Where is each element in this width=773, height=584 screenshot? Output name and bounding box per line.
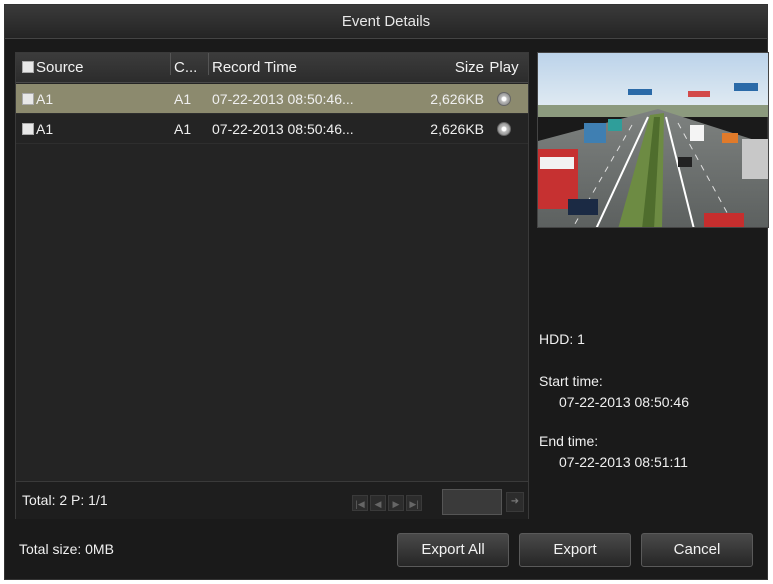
select-all-checkbox[interactable]	[22, 61, 34, 73]
header-source[interactable]: Source	[22, 53, 172, 83]
start-time-label: Start time:	[539, 373, 603, 389]
start-time-value: 07-22-2013 08:50:46	[559, 394, 689, 410]
event-details-window: Event Details Source C... Record Time Si…	[4, 4, 769, 580]
page-number-input[interactable]	[442, 489, 502, 515]
hdd-label: HDD: 1	[539, 331, 585, 347]
end-time-label: End time:	[539, 433, 599, 449]
last-page-icon[interactable]: ▶|	[406, 495, 422, 511]
row-camera: A1	[174, 91, 192, 107]
first-page-icon[interactable]: |◀	[352, 495, 368, 511]
next-page-icon[interactable]: ▶	[388, 495, 404, 511]
prev-page-icon[interactable]: ◀	[370, 495, 386, 511]
table-row[interactable]: A1 A1 07-22-2013 08:50:46... 2,626KB	[16, 114, 528, 144]
row-play	[486, 84, 522, 114]
highway-thumbnail	[538, 53, 768, 227]
export-all-button[interactable]: Export All	[397, 533, 509, 567]
row-checkbox[interactable]	[22, 93, 34, 105]
column-divider[interactable]	[170, 53, 171, 75]
list-footer: Total: 2 P: 1/1 |◀ ◀ ▶ ▶| ➜	[16, 481, 528, 521]
bottom-bar: Total size: 0MB Export All Export Cancel	[5, 519, 767, 579]
row-play	[486, 114, 522, 144]
row-camera: A1	[174, 121, 192, 137]
row-source-label: A1	[36, 121, 54, 137]
header-play: Play	[489, 59, 519, 76]
row-source: A1	[22, 114, 172, 144]
export-button[interactable]: Export	[519, 533, 631, 567]
column-divider[interactable]	[208, 53, 209, 75]
end-time-value: 07-22-2013 08:51:11	[559, 454, 688, 470]
go-icon[interactable]: ➜	[506, 492, 524, 512]
header-camera[interactable]: C...	[174, 53, 208, 83]
play-circle-icon[interactable]	[497, 92, 511, 106]
row-source-label: A1	[36, 91, 54, 107]
header-record-time[interactable]: Record Time	[212, 53, 402, 83]
row-size: 2,626KB	[430, 121, 484, 137]
event-rows: A1 A1 07-22-2013 08:50:46... 2,626KB A1 …	[16, 84, 528, 144]
pager: |◀ ◀ ▶ ▶|	[352, 494, 424, 511]
header-size[interactable]: Size	[404, 53, 484, 83]
row-size: 2,626KB	[430, 91, 484, 107]
play-circle-icon[interactable]	[497, 122, 511, 136]
row-source: A1	[22, 84, 172, 114]
window-title: Event Details	[5, 5, 767, 39]
row-record-time: 07-22-2013 08:50:46...	[212, 91, 354, 107]
list-header: Source C... Record Time Size Play	[16, 53, 528, 83]
total-count: Total: 2 P: 1/1	[22, 492, 108, 508]
row-checkbox[interactable]	[22, 123, 34, 135]
total-size: Total size: 0MB	[19, 541, 114, 557]
row-record-time: 07-22-2013 08:50:46...	[212, 121, 354, 137]
header-source-label: Source	[36, 59, 84, 76]
cancel-button[interactable]: Cancel	[641, 533, 753, 567]
table-row[interactable]: A1 A1 07-22-2013 08:50:46... 2,626KB	[16, 84, 528, 114]
video-preview	[537, 52, 769, 228]
event-list: Source C... Record Time Size Play A1 A1 …	[15, 52, 529, 522]
